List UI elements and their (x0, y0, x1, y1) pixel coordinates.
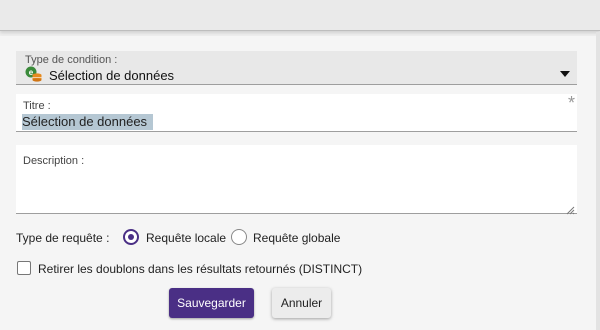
cancel-button[interactable]: Annuler (272, 288, 331, 318)
distinct-checkbox-label[interactable]: Retirer les doublons dans les résultats … (38, 262, 362, 276)
save-button[interactable]: Sauvegarder (169, 288, 254, 318)
resize-grip-icon[interactable] (566, 202, 575, 215)
radio-global-request[interactable] (231, 229, 247, 245)
title-field[interactable]: Titre : * (16, 93, 577, 132)
title-input[interactable] (22, 114, 542, 129)
request-type-label: Type de requête : (16, 231, 110, 245)
required-star-icon: * (567, 93, 575, 113)
description-label: Description : (23, 155, 85, 167)
top-toolbar (0, 0, 600, 31)
distinct-checkbox[interactable] (17, 261, 31, 275)
description-field[interactable]: Description : (16, 145, 577, 215)
condition-type-value: Sélection de données (49, 68, 175, 83)
chevron-down-icon[interactable] (560, 64, 570, 77)
database-selection-icon: e (25, 66, 43, 82)
panel-edge (596, 32, 600, 330)
radio-local-request[interactable] (123, 229, 139, 245)
condition-type-label: Type de condition : (25, 54, 118, 66)
radio-global-label[interactable]: Requête globale (253, 231, 340, 245)
title-label: Titre : (23, 100, 51, 112)
condition-type-select[interactable]: Type de condition : e Sélection de donné… (16, 51, 577, 85)
radio-local-label[interactable]: Requête locale (146, 231, 226, 245)
